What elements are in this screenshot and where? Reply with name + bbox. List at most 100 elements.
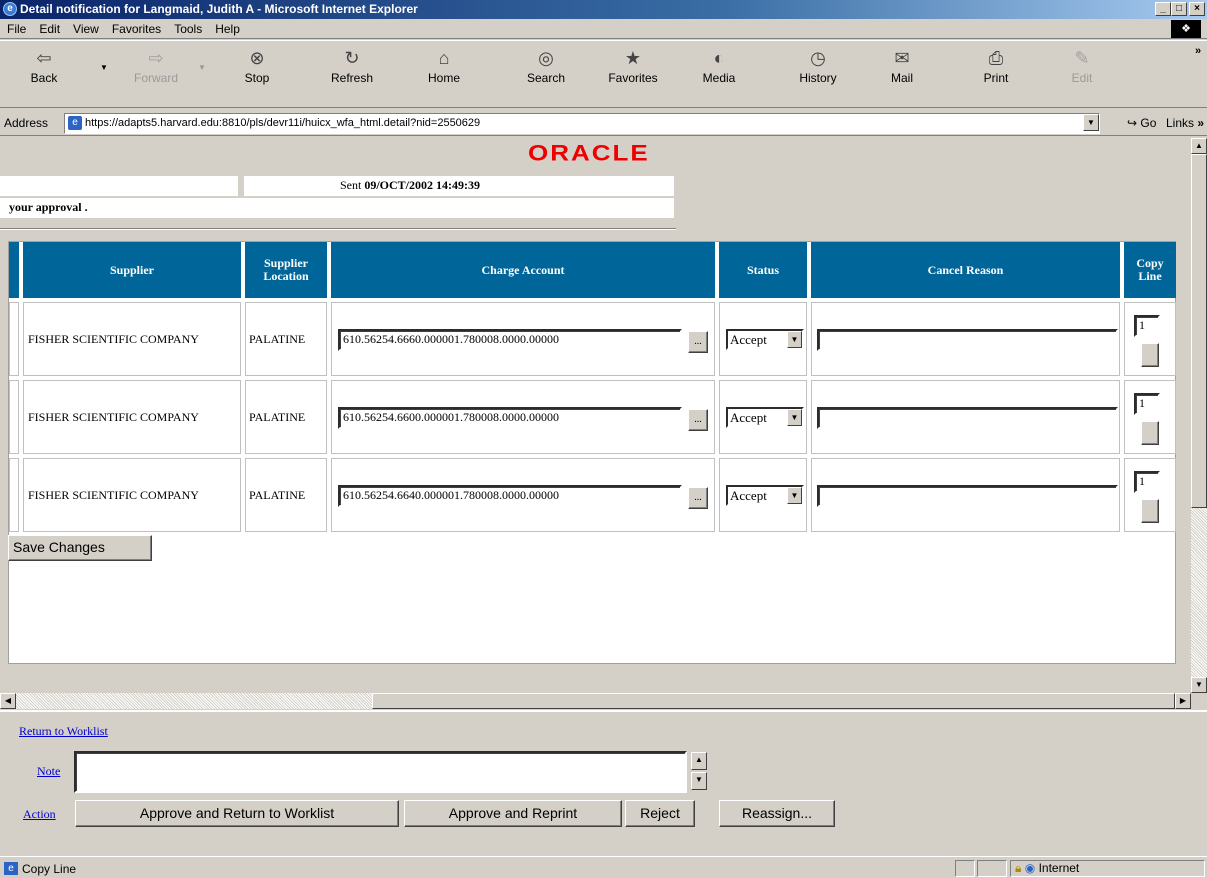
minimize-button[interactable]: _ bbox=[1155, 2, 1171, 16]
page-icon: e bbox=[68, 116, 82, 130]
note-textarea[interactable] bbox=[74, 751, 687, 793]
stop-button[interactable]: ⊗ Stop bbox=[227, 43, 287, 85]
close-button[interactable]: × bbox=[1189, 2, 1205, 16]
row3-copy-button[interactable] bbox=[1141, 499, 1159, 523]
back-button[interactable]: ⇦ Back bbox=[14, 43, 74, 85]
row1-account-input[interactable]: 610.56254.6660.000001.780008.0000.00000 bbox=[338, 329, 682, 351]
row1-status-select[interactable]: Accept ▼ bbox=[726, 329, 804, 350]
sent-value: 09/OCT/2002 14:49:39 bbox=[364, 178, 481, 192]
vertical-scroll-thumb[interactable] bbox=[1191, 154, 1207, 508]
go-arrow-icon: ↪ bbox=[1127, 116, 1138, 130]
row3-copy-cell: 1 bbox=[1124, 458, 1176, 532]
row2-status-select[interactable]: Accept ▼ bbox=[726, 407, 804, 428]
note-link[interactable]: Note bbox=[37, 764, 60, 779]
menu-tools[interactable]: Tools bbox=[167, 19, 208, 36]
approve-return-button[interactable]: Approve and Return to Worklist bbox=[75, 800, 399, 827]
sent-label: Sent bbox=[340, 178, 362, 192]
save-changes-button[interactable]: Save Changes bbox=[8, 535, 152, 561]
search-button[interactable]: ◎ Search bbox=[516, 43, 576, 85]
approve-reprint-button[interactable]: Approve and Reprint bbox=[404, 800, 622, 827]
forward-dropdown-icon[interactable]: ▼ bbox=[198, 63, 206, 72]
media-icon: ◐ bbox=[713, 48, 725, 68]
row1-edge bbox=[9, 302, 19, 376]
header-supplier-location: Supplier Location bbox=[245, 242, 327, 298]
header-cancel-reason: Cancel Reason bbox=[811, 242, 1120, 298]
favorites-button[interactable]: ★ Favorites bbox=[603, 43, 663, 85]
action-link[interactable]: Action bbox=[23, 807, 56, 822]
horizontal-scrollbar[interactable]: ◀ ▶ bbox=[0, 693, 1191, 709]
status-zone-panel: 🔒︎ ◉ Internet bbox=[1010, 860, 1205, 877]
row1-account-lov-button[interactable]: ... bbox=[688, 331, 708, 353]
favorites-label: Favorites bbox=[608, 71, 658, 85]
back-dropdown-icon[interactable]: ▼ bbox=[100, 63, 108, 72]
edit-button[interactable]: ✎ Edit bbox=[1052, 43, 1112, 85]
menu-help[interactable]: Help bbox=[208, 19, 246, 36]
row2-account-input[interactable]: 610.56254.6600.000001.780008.0000.00000 bbox=[338, 407, 682, 429]
horizontal-scroll-thumb[interactable] bbox=[372, 693, 1175, 709]
row3-status-select[interactable]: Accept ▼ bbox=[726, 485, 804, 506]
mail-button[interactable]: ✉ Mail bbox=[872, 43, 932, 85]
history-button[interactable]: ◷ History bbox=[788, 43, 848, 85]
history-label: History bbox=[799, 71, 837, 85]
reject-button[interactable]: Reject bbox=[625, 800, 695, 827]
forward-button[interactable]: ⇨ Forward bbox=[126, 43, 186, 85]
links-chevron-icon: » bbox=[1197, 116, 1205, 130]
scroll-right-icon[interactable]: ▶ bbox=[1175, 693, 1191, 709]
note-scroll-up-icon[interactable]: ▲ bbox=[691, 752, 707, 770]
menu-file[interactable]: File bbox=[0, 19, 32, 36]
refresh-label: Refresh bbox=[330, 71, 374, 85]
scroll-down-icon[interactable]: ▼ bbox=[1191, 677, 1207, 693]
status-zone: Internet bbox=[1038, 861, 1080, 875]
stop-icon: ⊗ bbox=[249, 48, 265, 68]
go-label: Go bbox=[1140, 116, 1157, 130]
return-to-worklist-link[interactable]: Return to Worklist bbox=[19, 724, 108, 739]
menu-favorites[interactable]: Favorites bbox=[105, 19, 167, 36]
window-title-bar[interactable]: e Detail notification for Langmaid, Judi… bbox=[0, 0, 1207, 19]
scroll-corner bbox=[1191, 693, 1207, 709]
edit-label: Edit bbox=[1071, 71, 1093, 85]
row3-supplier: FISHER SCIENTIFIC COMPANY bbox=[23, 458, 241, 532]
note-scroll-down-icon[interactable]: ▼ bbox=[691, 772, 707, 790]
row1-copy-input[interactable]: 1 bbox=[1134, 315, 1160, 337]
mail-label: Mail bbox=[890, 71, 913, 85]
row2-cancel-reason-input[interactable] bbox=[817, 407, 1118, 429]
address-dropdown-button[interactable]: ▼ bbox=[1083, 114, 1099, 131]
go-button[interactable]: ↪ Go bbox=[1127, 116, 1156, 130]
row2-location: PALATINE bbox=[245, 380, 327, 454]
refresh-button[interactable]: ↻ Refresh bbox=[322, 43, 382, 85]
header-supplier: Supplier bbox=[23, 242, 241, 298]
row3-account-input[interactable]: 610.56254.6640.000001.780008.0000.00000 bbox=[338, 485, 682, 507]
row1-status-cell: Accept ▼ bbox=[719, 302, 807, 376]
row3-account-cell: 610.56254.6640.000001.780008.0000.00000 … bbox=[331, 458, 715, 532]
address-bar: Address e https://adapts5.harvard.edu:88… bbox=[0, 111, 1207, 136]
toolbar-chevron-icon[interactable]: » bbox=[1195, 45, 1201, 57]
windows-logo-icon: ❖ bbox=[1171, 20, 1201, 38]
row3-cancel-reason-input[interactable] bbox=[817, 485, 1118, 507]
vertical-scrollbar[interactable]: ▲ ▼ bbox=[1191, 138, 1207, 693]
row3-copy-input[interactable]: 1 bbox=[1134, 471, 1160, 493]
row3-status-arrow-icon: ▼ bbox=[787, 487, 802, 504]
row1-cancel-reason-input[interactable] bbox=[817, 329, 1118, 351]
row2-cancel-cell bbox=[811, 380, 1120, 454]
scroll-left-icon[interactable]: ◀ bbox=[0, 693, 16, 709]
home-button[interactable]: ⌂ Home bbox=[414, 43, 474, 85]
restore-button[interactable]: □ bbox=[1171, 2, 1187, 16]
print-button[interactable]: ⎙ Print bbox=[966, 43, 1026, 85]
row2-status-value: Accept bbox=[730, 410, 767, 425]
links-button[interactable]: Links » bbox=[1166, 116, 1204, 130]
row2-copy-button[interactable] bbox=[1141, 421, 1159, 445]
favorites-icon: ★ bbox=[624, 48, 642, 68]
row2-account-lov-button[interactable]: ... bbox=[688, 409, 708, 431]
reassign-button[interactable]: Reassign... bbox=[719, 800, 835, 827]
row3-account-lov-button[interactable]: ... bbox=[688, 487, 708, 509]
forward-label: Forward bbox=[133, 71, 178, 85]
address-input[interactable]: e https://adapts5.harvard.edu:8810/pls/d… bbox=[64, 113, 1100, 134]
media-button[interactable]: ◐ Media bbox=[689, 43, 749, 85]
menu-edit[interactable]: Edit bbox=[32, 19, 66, 36]
scroll-up-icon[interactable]: ▲ bbox=[1191, 138, 1207, 154]
menu-view[interactable]: View bbox=[66, 19, 105, 36]
header-blank-field bbox=[0, 176, 238, 196]
row3-location: PALATINE bbox=[245, 458, 327, 532]
row2-copy-input[interactable]: 1 bbox=[1134, 393, 1160, 415]
row1-copy-button[interactable] bbox=[1141, 343, 1159, 367]
